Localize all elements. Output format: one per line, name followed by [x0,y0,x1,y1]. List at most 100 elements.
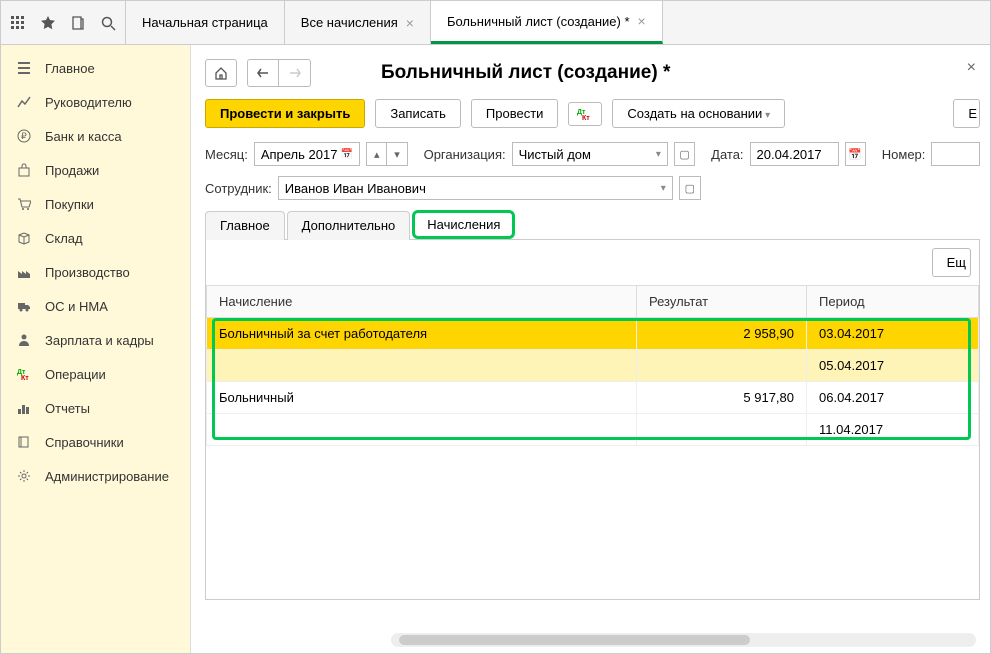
close-icon[interactable]: × [638,13,646,29]
cell-period: 03.04.2017 [807,318,979,350]
table-more-button[interactable]: Ещ [932,248,971,277]
tab-start-page[interactable]: Начальная страница [126,1,285,44]
chevron-down-icon[interactable]: ▾ [661,183,666,194]
sidebar-item-hr[interactable]: Зарплата и кадры [1,323,190,357]
topbar: Начальная страница Все начисления × Больн… [1,1,990,45]
table-actions: Ещ [206,240,979,285]
table-row[interactable]: 05.04.2017 [207,350,979,382]
col-result[interactable]: Результат [637,286,807,318]
sidebar: Главное Руководителю ₽ Банк и касса Прода… [1,45,191,653]
org-label: Организация: [424,147,506,162]
cell-name: Больничный [207,382,637,414]
month-down[interactable]: ▾ [386,142,407,166]
svg-text:Кт: Кт [21,375,29,381]
tab-label: Все начисления [301,15,398,30]
number-label: Номер: [882,147,926,162]
sidebar-item-operations[interactable]: ДтКтОперации [1,357,190,391]
tab-label: Больничный лист (создание) * [447,14,630,29]
topbar-icons [1,1,126,44]
sidebar-item-label: Руководителю [45,95,132,110]
sidebar-item-manager[interactable]: Руководителю [1,85,190,119]
date-input[interactable]: 20.04.2017 [750,142,839,166]
org-open[interactable]: ▢ [674,142,695,166]
sidebar-item-admin[interactable]: Администрирование [1,459,190,493]
search-icon[interactable] [99,14,117,32]
ruble-icon: ₽ [15,127,33,145]
date-calendar[interactable]: 📅 [845,142,866,166]
scrollbar-thumb[interactable] [399,635,750,645]
content: × Больничный лист (создание) * Провести … [191,45,990,653]
close-page-icon[interactable]: × [967,59,976,77]
horizontal-scrollbar[interactable] [391,633,976,647]
table-body: Больничный за счет работодателя 2 958,90… [207,318,979,446]
month-label: Месяц: [205,147,248,162]
sidebar-item-sales[interactable]: Продажи [1,153,190,187]
create-based-button[interactable]: Создать на основании [612,99,785,128]
employee-input[interactable]: Иванов Иван Иванович▾ [278,176,673,200]
sidebar-item-reports[interactable]: Отчеты [1,391,190,425]
col-period[interactable]: Период [807,286,979,318]
box-icon [15,229,33,247]
content-tabs: Главное Дополнительно Начисления [205,210,980,240]
bag-icon [15,161,33,179]
col-name[interactable]: Начисление [207,286,637,318]
gear-icon [15,467,33,485]
tab-extra[interactable]: Дополнительно [287,211,411,240]
chevron-down-icon[interactable]: ▾ [656,149,661,160]
more-button-cut[interactable]: Е [953,99,980,128]
sidebar-item-main[interactable]: Главное [1,51,190,85]
form-row-2: Сотрудник: Иванов Иван Иванович▾ ▢ [205,176,980,200]
home-button[interactable] [205,59,237,87]
table-area: Ещ Начисление Результат Период Больничны… [205,240,980,600]
person-icon [15,331,33,349]
close-icon[interactable]: × [406,15,414,31]
post-and-close-button[interactable]: Провести и закрыть [205,99,365,128]
header-row: Больничный лист (создание) * [205,59,980,87]
sidebar-item-bank[interactable]: ₽ Банк и касса [1,119,190,153]
dtkt-button[interactable]: ДтКт [568,102,602,126]
sidebar-item-warehouse[interactable]: Склад [1,221,190,255]
truck-icon [15,297,33,315]
tab-all-accruals[interactable]: Все начисления × [285,1,431,44]
post-button[interactable]: Провести [471,99,559,128]
tab-label: Начальная страница [142,15,268,30]
table-row[interactable]: 11.04.2017 [207,414,979,446]
tab-main[interactable]: Главное [205,211,285,240]
table-row[interactable]: Больничный 5 917,80 06.04.2017 [207,382,979,414]
table-row[interactable]: Больничный за счет работодателя 2 958,90… [207,318,979,350]
org-input[interactable]: Чистый дом▾ [512,142,668,166]
sidebar-item-purchases[interactable]: Покупки [1,187,190,221]
tab-accruals[interactable]: Начисления [412,210,515,239]
history-icon[interactable] [69,14,87,32]
sidebar-item-label: Банк и касса [45,129,122,144]
sidebar-item-label: Производство [45,265,130,280]
number-input[interactable] [931,142,980,166]
month-up[interactable]: ▴ [366,142,387,166]
sidebar-item-label: Администрирование [45,469,169,484]
tab-sick-leave[interactable]: Больничный лист (создание) * × [431,1,663,44]
menu-icon [15,59,33,77]
apps-icon[interactable] [9,14,27,32]
forward-button[interactable] [279,59,311,87]
back-button[interactable] [247,59,279,87]
employee-open[interactable]: ▢ [679,176,701,200]
cell-period: 06.04.2017 [807,382,979,414]
cell-name: Больничный за счет работодателя [207,318,637,350]
action-bar: Провести и закрыть Записать Провести ДтК… [205,99,980,128]
sidebar-item-label: Покупки [45,197,94,212]
month-input[interactable]: Апрель 2017📅 [254,142,360,166]
calendar-icon[interactable]: 📅 [341,149,353,160]
sidebar-item-production[interactable]: Производство [1,255,190,289]
cell-name [207,350,637,382]
sidebar-item-label: Справочники [45,435,124,450]
sidebar-item-assets[interactable]: ОС и НМА [1,289,190,323]
nav-arrows [247,59,311,87]
star-icon[interactable] [39,14,57,32]
sidebar-item-label: Отчеты [45,401,90,416]
form-row-1: Месяц: Апрель 2017📅 ▴ ▾ Организация: Чис… [205,142,980,166]
sidebar-item-label: Операции [45,367,106,382]
cell-result: 2 958,90 [637,318,807,350]
write-button[interactable]: Записать [375,99,461,128]
book-icon [15,433,33,451]
sidebar-item-catalogs[interactable]: Справочники [1,425,190,459]
